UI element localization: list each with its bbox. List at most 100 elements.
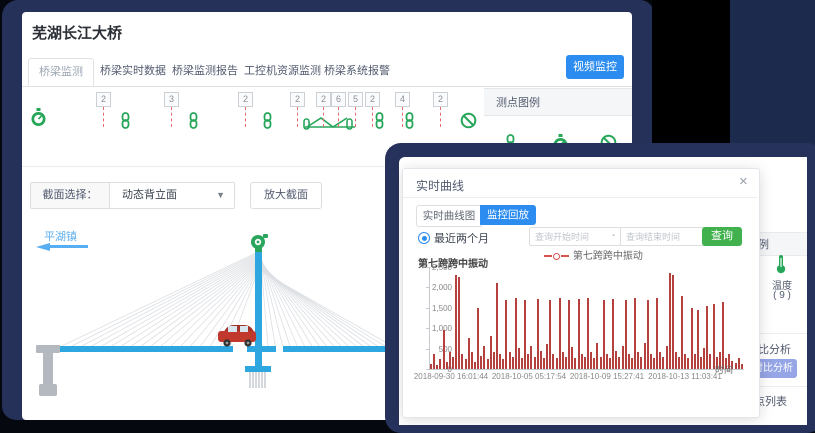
chart-bar [593, 358, 595, 369]
chart-bar [659, 352, 661, 369]
chart-bar [678, 357, 680, 369]
start-time-input[interactable] [529, 227, 621, 246]
chart-bar [546, 344, 548, 369]
chart-bar [474, 362, 476, 369]
legend-circle-icon [553, 253, 560, 260]
main-tabbar: 桥梁监测 桥梁实时数据 桥梁监测报告 工控机资源监测 桥梁系统报警 [22, 58, 632, 87]
section-select[interactable]: 动态背立面 ▼ [110, 183, 234, 208]
chain-icon[interactable] [187, 112, 200, 134]
chart-bar [653, 358, 655, 369]
tab-system-alarm[interactable]: 桥梁系统报警 [324, 58, 390, 85]
end-time-input[interactable] [620, 227, 712, 246]
tab-realtime-data[interactable]: 桥梁实时数据 [100, 58, 166, 85]
sensor-point[interactable] [103, 107, 104, 127]
chart-bar [666, 346, 668, 369]
y-tick-mark [426, 328, 430, 329]
chain-icon[interactable] [373, 112, 386, 134]
chart-bar [656, 298, 658, 369]
tab-monitor-playback[interactable]: 监控回放 [480, 205, 536, 225]
sensor-point[interactable] [171, 107, 172, 127]
x-tick-label: 2018-10-05 05:17:54 [484, 372, 574, 381]
chain-icon[interactable] [261, 112, 274, 134]
sensor-point[interactable] [338, 107, 339, 127]
sensor-count-badge: 6 [331, 92, 346, 107]
sensor-point[interactable] [323, 107, 324, 127]
chart-bar [622, 346, 624, 369]
chart-bar [452, 357, 454, 369]
chart-bar [675, 352, 677, 369]
camera-icon[interactable] [251, 234, 268, 252]
truss-icon[interactable] [303, 114, 359, 137]
series-legend: 第七跨跨中振动 [513, 247, 673, 262]
chart-bar [465, 359, 467, 369]
temperature-count: ( 9 ) [767, 290, 797, 301]
chart-bar [738, 358, 740, 369]
chart-bar [637, 352, 639, 369]
thermometer-icon[interactable] [775, 254, 787, 279]
tab-monitor-report[interactable]: 桥梁监测报告 [172, 58, 238, 85]
chart-bar [477, 308, 479, 369]
chart-bar [615, 351, 617, 369]
sensor-count-badge: 5 [348, 92, 363, 107]
chart-bar [574, 358, 576, 369]
x-tick-label: 2018-09-30 16:01:44 [406, 372, 496, 381]
close-icon[interactable]: × [739, 173, 748, 190]
chart-bar [443, 330, 445, 369]
chart-bar [650, 354, 652, 369]
chart-bar [662, 357, 664, 369]
direction-label: 平湖镇 [44, 228, 77, 244]
chart-bar [590, 352, 592, 369]
chain-icon[interactable] [119, 112, 132, 134]
video-monitor-button[interactable]: 视频监控 [566, 55, 624, 79]
y-tick-label: 1,500 [392, 304, 452, 313]
chart-bar [556, 358, 558, 369]
gauge-icon[interactable] [30, 108, 47, 132]
chain-icon[interactable] [403, 112, 416, 134]
page-title: 芜湖长江大桥 [32, 22, 122, 43]
ban-icon[interactable] [460, 112, 477, 134]
chart-bar [609, 358, 611, 369]
chart-bar [722, 302, 724, 369]
chart-bar [436, 365, 438, 369]
chart-bar [631, 358, 633, 369]
chart-bar [471, 352, 473, 369]
tab-bridge-monitor[interactable]: 桥梁监测 [28, 58, 94, 86]
chart-bar [735, 363, 737, 369]
tab-ipc-resource[interactable]: 工控机资源监测 [244, 58, 321, 85]
legend-line-icon [544, 255, 552, 257]
chart-bar [524, 300, 526, 369]
query-button[interactable]: 查询 [702, 227, 742, 246]
chart-bar [571, 347, 573, 369]
sensor-count-badge: 2 [316, 92, 331, 107]
sensor-point[interactable] [440, 107, 441, 127]
section-select-value: 动态背立面 [122, 189, 177, 201]
sensor-count-badge: 4 [395, 92, 410, 107]
bridge-deck [57, 346, 393, 352]
chart-bar [515, 298, 517, 369]
bridge-tower [245, 250, 271, 372]
direction-arrow-icon [36, 243, 88, 251]
chart-bar [527, 354, 529, 370]
chart-bar [587, 298, 589, 369]
recent-two-months-radio[interactable] [418, 232, 430, 244]
chart-bar [703, 348, 705, 369]
sensor-point[interactable] [297, 107, 298, 127]
chart-bar [496, 283, 498, 369]
chart-bar [697, 310, 699, 369]
chart-bar [691, 308, 693, 369]
zoom-section-button[interactable]: 放大截面 [250, 182, 322, 209]
chart-bar [741, 364, 743, 369]
chart-bar [509, 352, 511, 369]
chart-bar [433, 354, 435, 370]
chart-bar [521, 358, 523, 369]
tab-realtime-curve[interactable]: 实时曲线图 [416, 205, 482, 227]
chart-bar [600, 357, 602, 369]
chart-bar [568, 300, 570, 369]
chart-bar [562, 352, 564, 369]
chart-bar [684, 354, 686, 370]
sensor-point[interactable] [355, 107, 356, 127]
chart-bar [449, 352, 451, 369]
chart-bar [487, 359, 489, 369]
chart-bar [490, 336, 492, 369]
sensor-point[interactable] [245, 107, 246, 127]
